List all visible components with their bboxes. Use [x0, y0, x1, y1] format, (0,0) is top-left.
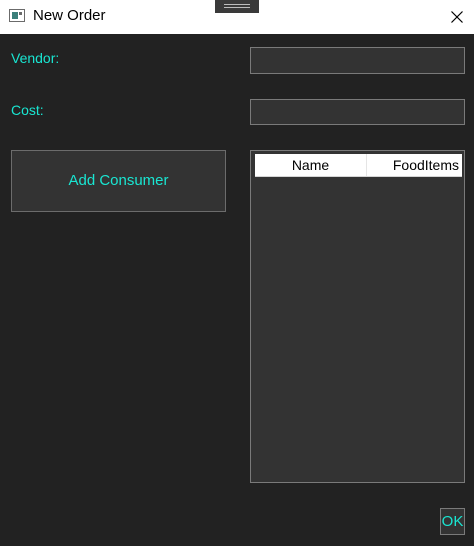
cost-label: Cost:: [11, 102, 44, 118]
vendor-input[interactable]: [250, 47, 465, 74]
vendor-label: Vendor:: [11, 50, 60, 66]
ok-button[interactable]: OK: [440, 508, 465, 535]
column-header-fooditems[interactable]: FoodItems: [367, 154, 462, 176]
cost-input[interactable]: [250, 99, 465, 125]
close-button[interactable]: [440, 0, 474, 34]
consumers-list-header: Name FoodItems: [255, 154, 462, 177]
column-header-name[interactable]: Name: [255, 154, 367, 176]
drag-handle[interactable]: [215, 0, 259, 13]
close-icon: [451, 11, 463, 23]
app-window-icon: [9, 9, 25, 22]
window-title: New Order: [33, 7, 106, 24]
add-consumer-button[interactable]: Add Consumer: [11, 150, 226, 212]
consumers-list[interactable]: Name FoodItems: [250, 150, 465, 483]
new-order-window: New Order Vendor: Cost: Add Consumer Nam…: [0, 0, 474, 546]
